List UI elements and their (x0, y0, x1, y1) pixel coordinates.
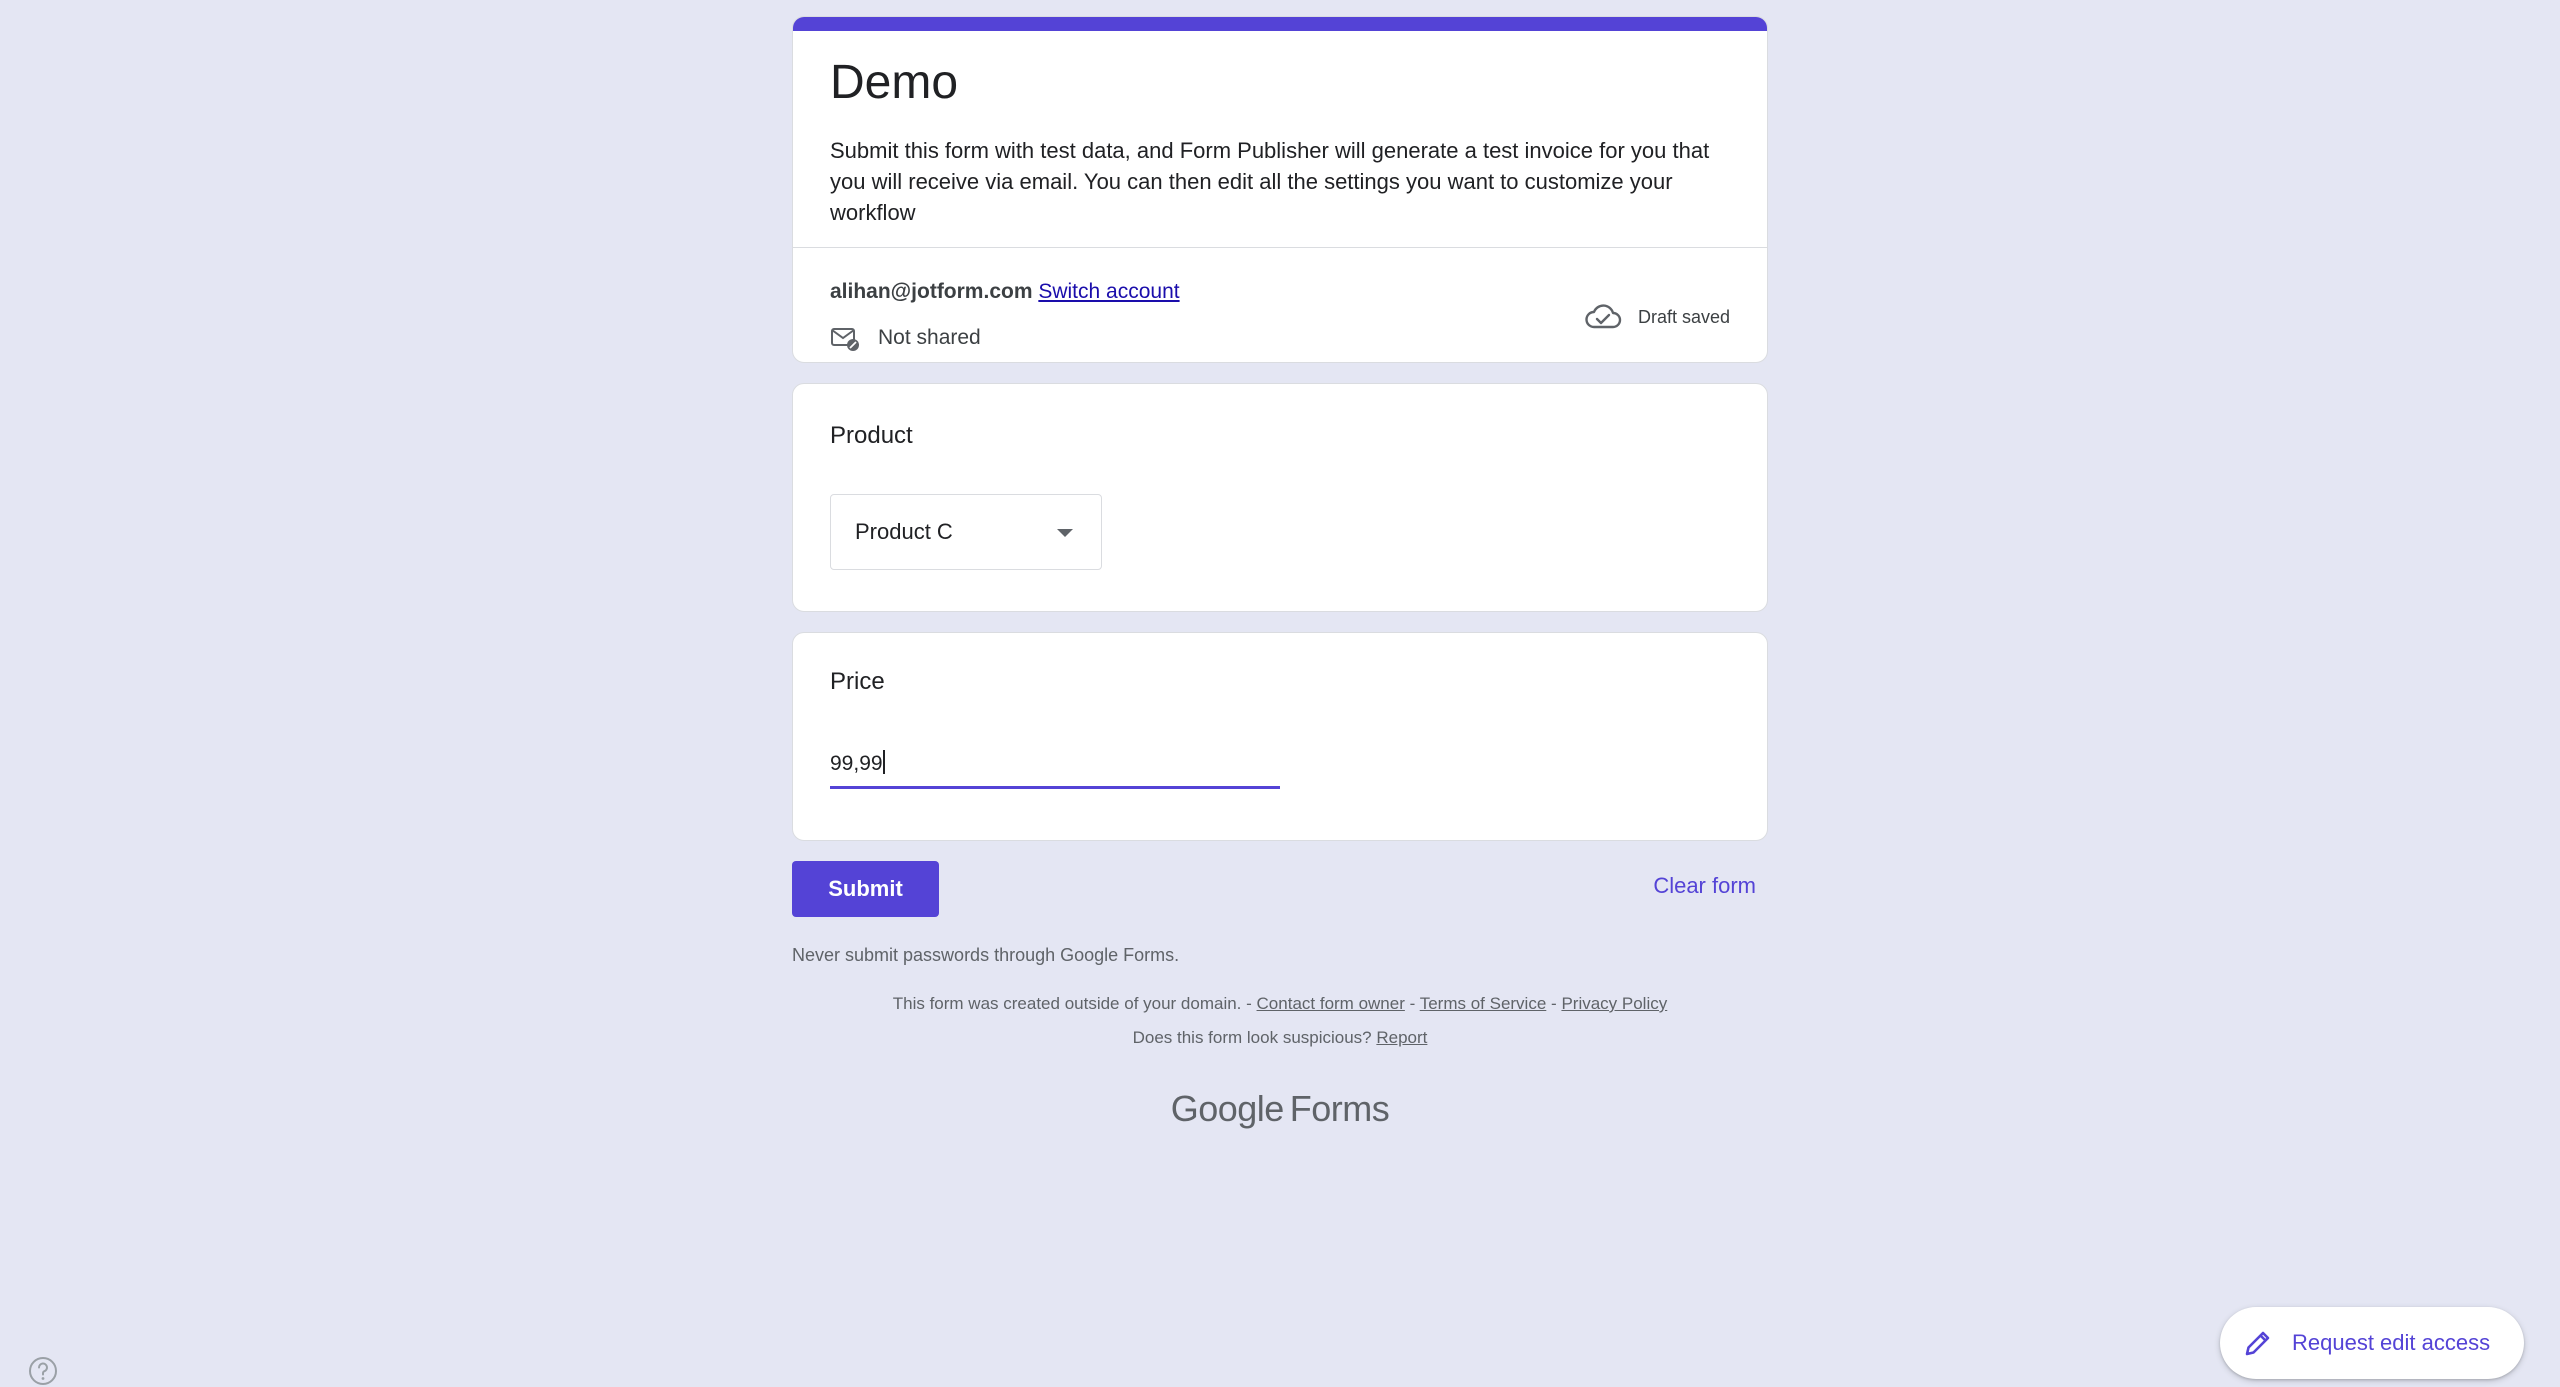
contact-owner-link[interactable]: Contact form owner (1257, 994, 1405, 1013)
domain-text: This form was created outside of your do… (892, 994, 1252, 1013)
price-question-title: Price (830, 668, 885, 695)
clear-form-button[interactable]: Clear form (1653, 873, 1756, 899)
cloud-done-icon (1585, 304, 1622, 329)
submit-button[interactable]: Submit (792, 861, 939, 917)
dropdown-arrow-icon (1057, 529, 1073, 537)
mail-not-shared-icon (831, 328, 859, 351)
suspicious-text: Does this form look suspicious? (1132, 1028, 1372, 1047)
form-title: Demo (830, 56, 959, 109)
footer-separator: - (1551, 994, 1557, 1013)
shared-status-text: Not shared (878, 326, 981, 349)
header-divider (793, 247, 1767, 248)
terms-link[interactable]: Terms of Service (1420, 994, 1547, 1013)
request-edit-access-button[interactable]: Request edit access (2220, 1307, 2524, 1379)
account-email: alihan@jotform.com (830, 280, 1033, 303)
domain-footer-line: This form was created outside of your do… (792, 994, 1768, 1014)
google-forms-logo[interactable]: Google Forms (792, 1088, 1768, 1130)
product-dropdown[interactable]: Product C (830, 494, 1102, 570)
account-row: alihan@jotform.com Switch account (830, 279, 1180, 305)
footer-separator: - (1409, 994, 1416, 1013)
price-input[interactable]: 99,99 (830, 749, 1280, 789)
header-accent-bar (793, 17, 1767, 31)
pencil-icon (2245, 1331, 2270, 1356)
draft-status-row: Draft saved (1584, 302, 1730, 332)
form-header-card: Demo Submit this form with test data, an… (792, 16, 1768, 363)
privacy-link[interactable]: Privacy Policy (1561, 994, 1667, 1013)
shared-status-row: Not shared (830, 323, 981, 353)
request-edit-access-label: Request edit access (2292, 1330, 2491, 1355)
help-icon[interactable] (28, 1356, 58, 1386)
switch-account-link[interactable]: Switch account (1038, 280, 1179, 303)
text-caret (882, 750, 885, 774)
brand-forms: Forms (1289, 1088, 1390, 1129)
password-warning: Never submit passwords through Google Fo… (792, 945, 1180, 965)
price-question-card: Price 99,99 (792, 632, 1768, 841)
form-description: Submit this form with test data, and For… (830, 138, 1710, 225)
action-row: Submit Clear form (792, 861, 1768, 917)
product-question-card: Product Product C (792, 383, 1768, 612)
draft-status-text: Draft saved (1637, 306, 1730, 327)
form-column: Demo Submit this form with test data, an… (792, 16, 1768, 1130)
price-input-value: 99,99 (830, 752, 883, 775)
brand-google: Google (1170, 1088, 1285, 1129)
report-link[interactable]: Report (1376, 1028, 1427, 1047)
product-question-title: Product (830, 422, 913, 449)
product-dropdown-value: Product C (855, 519, 953, 544)
suspicious-footer-line: Does this form look suspicious? Report (792, 1028, 1768, 1048)
